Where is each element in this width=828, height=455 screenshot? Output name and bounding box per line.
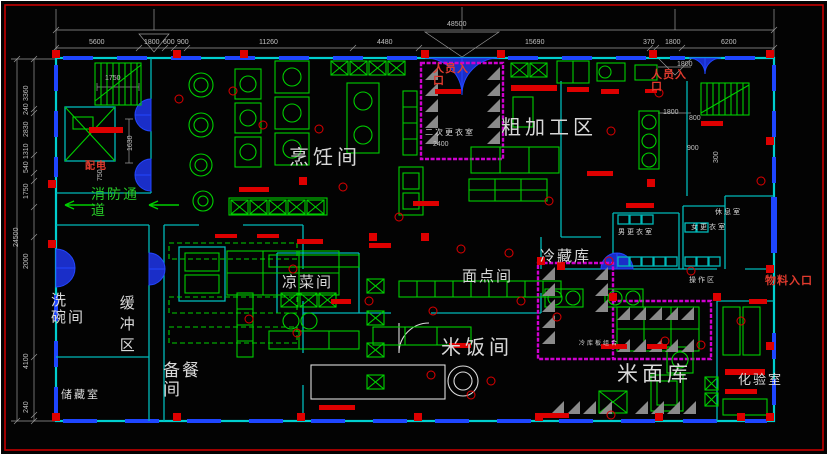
room-label-rest-room: 休息室	[715, 209, 742, 217]
room-label-cold-dish-room: 凉菜间	[282, 275, 333, 292]
dim-left-1: 240	[23, 103, 30, 115]
dim-top-0: 5600	[89, 39, 105, 46]
dim-inner-7: 900	[687, 145, 699, 152]
room-label-laboratory: 化验室	[738, 373, 783, 388]
room-label-dishwashing-room: 洗 碗间	[51, 293, 85, 327]
room-label-rough-processing-area: 粗加工区	[501, 117, 597, 139]
entrance-arrows	[139, 32, 692, 75]
room-label-coldroom-panel-set: 冷库板组合	[579, 341, 619, 348]
cold-storage-walls	[421, 63, 711, 359]
dim-left-6: 2000	[23, 253, 30, 269]
entrance-label-personnel-entrance-right: 人员入 口	[651, 69, 687, 94]
room-label-womens-changing-room: 女更衣室	[691, 224, 727, 232]
dim-inner-6: 800	[689, 115, 701, 122]
dim-top-5: 4480	[377, 39, 393, 46]
dim-top-7: 370	[643, 39, 655, 46]
room-label-buffer-zone: 缓冲区	[117, 295, 134, 358]
equipment-cooking	[189, 61, 423, 215]
dim-inner-0: 1750	[105, 75, 121, 82]
dim-left-total: 24500	[13, 228, 20, 247]
dim-top-3: 900	[177, 39, 189, 46]
dim-left-0: 3360	[23, 85, 30, 101]
lockers	[618, 215, 720, 266]
dim-top-total: 48500	[447, 21, 466, 28]
entrance-label-material-entrance: 物料入口	[765, 275, 813, 287]
dim-inner-8: 300	[713, 151, 720, 163]
room-label-rice-flour-storehouse: 米面库	[617, 363, 692, 387]
dim-left-7: 4100	[23, 353, 30, 369]
dim-inner-2: 750	[97, 169, 104, 181]
room-label-cold-storage: 冷藏库	[540, 249, 591, 266]
room-label-second-changing-room: 二次更衣室	[425, 129, 475, 138]
dim-top-8: 1800	[665, 39, 681, 46]
annotation-fire-passage: 消防通 道	[91, 187, 139, 218]
equipment-laboratory	[705, 307, 767, 415]
room-label-rice-room: 米饭间	[441, 337, 513, 359]
entrance-label-personnel-entrance-left: 人员入 口	[433, 63, 469, 88]
elevator	[65, 107, 115, 161]
dim-inner-5: 1800	[663, 109, 679, 116]
dim-left-2: 2830	[23, 121, 30, 137]
drawing-canvas: 烹饪间 粗加工区凉菜间 面点间米饭间 冷藏库米面库 洗 碗间 缓冲区备餐 间储藏室 化验室 二…	[1, 1, 827, 454]
dim-left-5: 1750	[23, 183, 30, 199]
dim-top-2: 600	[163, 39, 175, 46]
room-label-operation-area: 操作区	[689, 277, 716, 285]
dim-top-6: 15690	[525, 39, 544, 46]
room-label-storage-room: 储藏室	[61, 389, 100, 401]
room-label-food-prep-room: 备餐 间	[163, 361, 201, 399]
dim-top-4: 11260	[259, 39, 278, 46]
stair-left	[95, 63, 141, 105]
room-label-mens-changing-room: 男更衣室	[618, 229, 654, 237]
room-label-pastry-room: 面点间	[462, 269, 513, 286]
room-label-cooking-room: 烹饪间	[289, 147, 361, 169]
dim-top-1: 1800	[144, 39, 160, 46]
equipment-rice	[179, 247, 693, 413]
dim-inner-3: 2400	[433, 141, 449, 148]
dim-left-4: 540	[23, 161, 30, 173]
dim-left-3: 1310	[23, 143, 30, 159]
dim-inner-1: 1630	[127, 135, 134, 151]
stair-right	[701, 83, 749, 115]
dim-inner-4: 1800	[677, 61, 693, 68]
cad-viewport: 烹饪间 粗加工区凉菜间 面点间米饭间 冷藏库米面库 洗 碗间 缓冲区备餐 间储藏室 化验室 二…	[0, 0, 828, 455]
dim-left-8: 240	[23, 401, 30, 413]
dim-top-9: 6200	[721, 39, 737, 46]
